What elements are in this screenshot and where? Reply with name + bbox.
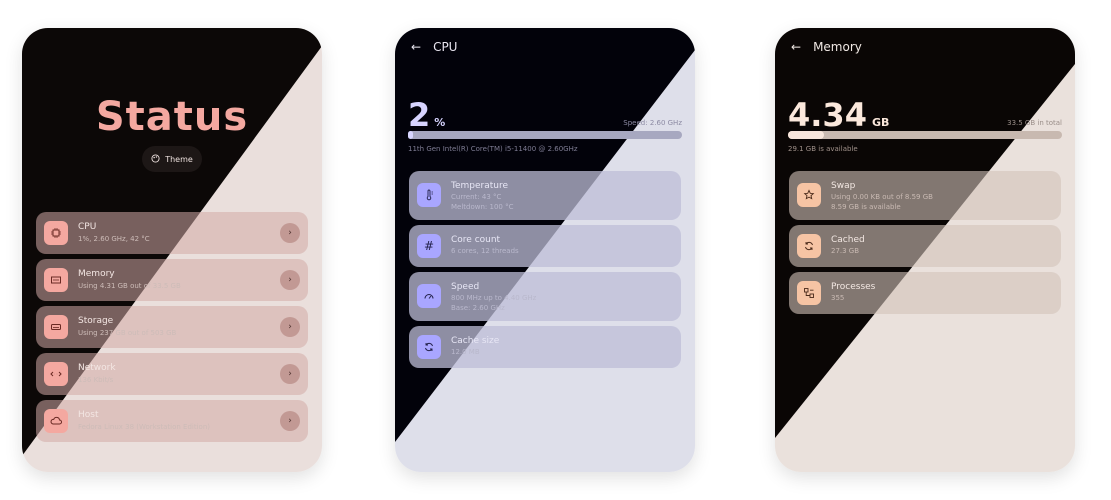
card-title: Core count	[451, 235, 501, 245]
card-line: 12.0 MB	[451, 348, 480, 356]
cpu-card-speed: Speed 800 MHz up to 4.40 GHz Base: 2.60 …	[409, 272, 681, 321]
memory-usage-readout: 4.34 GB	[788, 96, 889, 134]
status-item-detail: 136 Kbit/s	[78, 376, 114, 384]
page-title: Status	[95, 94, 249, 140]
memory-card-processes: Processes 355	[789, 272, 1061, 314]
status-panel: Status Theme CPU 1%, 2.60 GHz, 42 °C › M…	[22, 28, 322, 472]
card-line: Using 0.00 KB out of 8.59 GB	[831, 193, 933, 201]
memory-usage-fill	[788, 131, 824, 139]
gauge-icon	[417, 284, 441, 308]
chevron-right-icon[interactable]: ›	[280, 317, 300, 337]
card-line: 355	[831, 294, 845, 302]
theme-label: Theme	[165, 154, 193, 164]
back-arrow-icon[interactable]: ←	[411, 40, 421, 54]
cpu-usage-value: 2	[408, 96, 431, 134]
chevron-right-icon[interactable]: ›	[280, 223, 300, 243]
status-item-label: Memory	[78, 269, 115, 279]
memory-header: ← Memory	[791, 40, 862, 54]
cloud-icon	[44, 409, 68, 433]
network-icon	[44, 362, 68, 386]
chevron-right-icon[interactable]: ›	[280, 364, 300, 384]
card-line: 8.59 GB is available	[831, 203, 901, 211]
status-item-label: Storage	[78, 316, 114, 326]
theme-button[interactable]: Theme	[142, 146, 202, 172]
cpu-usage-readout: 2 %	[408, 96, 445, 134]
cpu-speed-label: Speed: 2.60 GHz	[623, 119, 682, 127]
processes-icon	[797, 281, 821, 305]
card-line: Current: 43 °C	[451, 193, 502, 201]
status-item-detail: Using 237 GB out of 503 GB	[78, 329, 177, 337]
card-line: 6 cores, 12 threads	[451, 247, 519, 255]
status-item-memory[interactable]: Memory Using 4.31 GB out of 33.5 GB ›	[36, 259, 308, 301]
cpu-usage-unit: %	[434, 116, 446, 129]
card-line: Meltdown: 100 °C	[451, 203, 514, 211]
cpu-header: ← CPU	[411, 40, 457, 54]
storage-icon	[44, 315, 68, 339]
chevron-right-icon[interactable]: ›	[280, 411, 300, 431]
back-arrow-icon[interactable]: ←	[791, 40, 801, 54]
page-title: Memory	[813, 40, 862, 54]
page-title: CPU	[433, 40, 458, 54]
memory-usage-value: 4.34	[788, 96, 867, 134]
cpu-usage-bar	[408, 131, 682, 139]
card-title: Speed	[451, 282, 480, 292]
card-title: Temperature	[451, 181, 509, 191]
cpu-card-cache-size: Cache size 12.0 MB	[409, 326, 681, 368]
swap-icon	[797, 183, 821, 207]
status-item-host[interactable]: Host Fedora Linux 38 (Workstation Editio…	[36, 400, 308, 442]
card-title: Processes	[831, 282, 876, 292]
card-line: Base: 2.60 GHz	[451, 304, 505, 312]
chevron-right-icon[interactable]: ›	[280, 270, 300, 290]
memory-card-cached: Cached 27.3 GB	[789, 225, 1061, 267]
hash-icon: #	[417, 234, 441, 258]
cpu-card-core-count: # Core count 6 cores, 12 threads	[409, 225, 681, 267]
status-item-label: Network	[78, 363, 116, 373]
memory-usage-unit: GB	[871, 116, 890, 129]
status-item-cpu[interactable]: CPU 1%, 2.60 GHz, 42 °C ›	[36, 212, 308, 254]
cpu-panel: ← CPU 2 % Speed: 2.60 GHz 11th Gen Intel…	[395, 28, 695, 472]
memory-card-swap: Swap Using 0.00 KB out of 8.59 GB 8.59 G…	[789, 171, 1061, 220]
cpu-icon	[44, 221, 68, 245]
thermometer-icon	[417, 183, 441, 207]
palette-icon	[151, 153, 160, 165]
memory-total-label: 33.5 GB in total	[1007, 119, 1062, 127]
card-line: 27.3 GB	[831, 247, 860, 255]
refresh-icon	[417, 335, 441, 359]
cpu-model: 11th Gen Intel(R) Core(TM) i5-11400 @ 2.…	[408, 145, 578, 153]
memory-panel: ← Memory 4.34 GB 33.5 GB in total 29.1 G…	[775, 28, 1075, 472]
card-line: 800 MHz up to 4.40 GHz	[451, 294, 537, 302]
status-item-detail: Using 4.31 GB out of 33.5 GB	[78, 282, 181, 290]
status-item-detail: 1%, 2.60 GHz, 42 °C	[78, 235, 150, 243]
memory-usage-bar	[788, 131, 1062, 139]
status-item-network[interactable]: Network 136 Kbit/s ›	[36, 353, 308, 395]
cpu-card-temperature: Temperature Current: 43 °C Meltdown: 100…	[409, 171, 681, 220]
status-item-storage[interactable]: Storage Using 237 GB out of 503 GB ›	[36, 306, 308, 348]
memory-available: 29.1 GB is available	[788, 145, 858, 153]
card-title: Cache size	[451, 336, 500, 346]
card-title: Cached	[831, 235, 865, 245]
card-title: Swap	[831, 181, 856, 191]
status-item-label: CPU	[78, 222, 97, 232]
status-item-detail: Fedora Linux 38 (Workstation Edition)	[78, 423, 211, 431]
cpu-usage-fill	[408, 131, 414, 139]
status-item-label: Host	[78, 410, 99, 420]
refresh-icon	[797, 234, 821, 258]
memory-icon	[44, 268, 68, 292]
